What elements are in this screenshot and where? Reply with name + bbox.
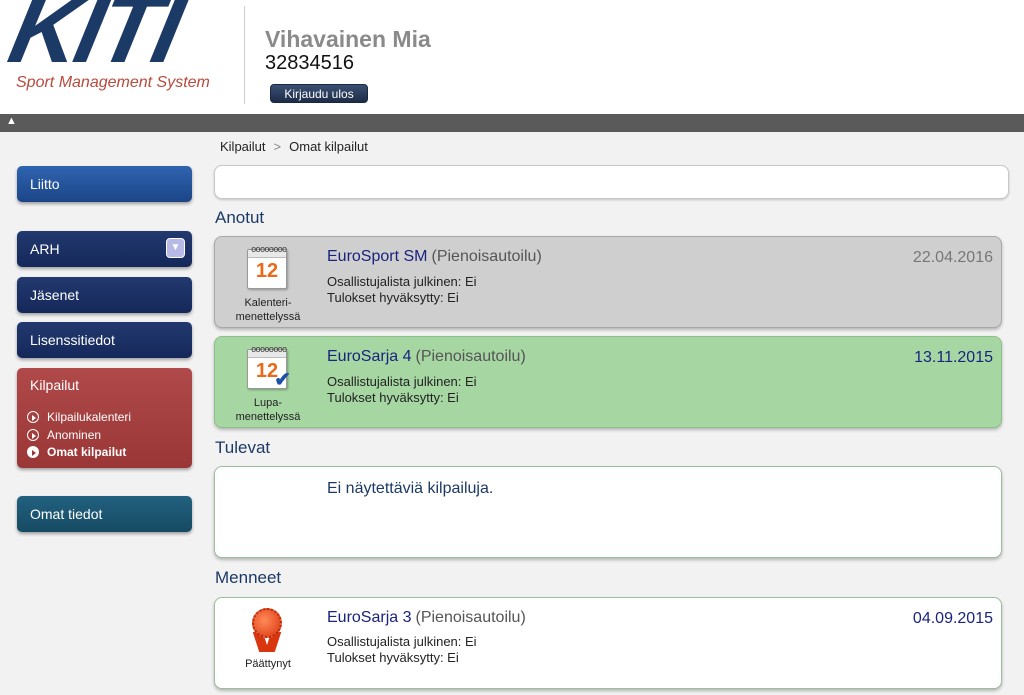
- competition-card-eurosarja-4[interactable]: oooooooo 12 ✔ Lupa- menettelyssä EuroSar…: [214, 336, 1002, 428]
- breadcrumb-kilpailut[interactable]: Kilpailut: [220, 139, 266, 154]
- competition-card-eurosarja-3[interactable]: Päättynyt EuroSarja 3 (Pienoisautoilu) Os…: [214, 597, 1002, 689]
- participant-list-status: Osallistujalista julkinen: Ei: [327, 634, 477, 649]
- subitem-label: Kilpailukalenteri: [47, 410, 132, 424]
- sidebar-item-label: Jäsenet: [30, 287, 80, 303]
- sidebar-subitem-anominen[interactable]: Anominen: [27, 428, 101, 442]
- breadcrumb-separator: >: [273, 139, 282, 154]
- participant-list-status: Osallistujalista julkinen: Ei: [327, 374, 477, 389]
- logo-text: KITI: [0, 0, 189, 83]
- status-label: Päättynyt: [245, 658, 291, 670]
- calendar-icon: oooooooo 12: [245, 245, 289, 291]
- competition-name[interactable]: EuroSarja 4: [327, 348, 412, 365]
- kiti-logo[interactable]: KITI Sport Management System: [1, 0, 232, 100]
- sidebar-item-label: ARH: [30, 241, 60, 257]
- breadcrumb: Kilpailut > Omat kilpailut: [220, 139, 368, 154]
- competition-category: (Pienoisautoilu): [415, 348, 526, 365]
- sidebar-item-label: Liitto: [30, 176, 60, 192]
- arrow-bullet-icon: [27, 446, 39, 458]
- user-id: 32834516: [265, 52, 354, 74]
- sidebar-item-label: Omat tiedot: [30, 506, 103, 522]
- competition-name[interactable]: EuroSarja 3: [327, 609, 412, 626]
- calendar-number: 12: [255, 260, 279, 282]
- sidebar-item-omat-tiedot[interactable]: Omat tiedot: [17, 496, 192, 532]
- results-status: Tulokset hyväksytty: Ei: [327, 390, 459, 405]
- sidebar-subitem-omat-kilpailut[interactable]: Omat kilpailut: [27, 445, 126, 459]
- sidebar-item-lisenssitiedot[interactable]: Lisenssitiedot: [17, 322, 192, 358]
- calendar-page: oooooooo 12 ✔: [247, 345, 291, 391]
- header-divider: [244, 6, 245, 104]
- calendar-rings: oooooooo: [251, 345, 287, 355]
- arrow-bullet-icon: [27, 429, 39, 441]
- sidebar-item-liitto[interactable]: Liitto: [17, 166, 192, 202]
- subitem-label: Anominen: [47, 428, 102, 442]
- calendar-rings: oooooooo: [251, 245, 287, 255]
- sidebar-item-arh[interactable]: ARH ▼: [17, 231, 192, 267]
- sidebar-subitem-kilpailukalenteri[interactable]: Kilpailukalenteri: [27, 410, 131, 424]
- competition-title[interactable]: EuroSarja 3 (Pienoisautoilu): [327, 609, 526, 627]
- competition-title[interactable]: EuroSport SM (Pienoisautoilu): [327, 248, 542, 266]
- award-ribbon-icon: [245, 606, 289, 652]
- logo-subtitle: Sport Management System: [16, 74, 210, 91]
- competition-date: 13.11.2015: [914, 349, 993, 366]
- participant-list-status: Osallistujalista julkinen: Ei: [327, 274, 477, 289]
- section-title-menneet: Menneet: [215, 568, 282, 587]
- sidebar-item-label: Lisenssitiedot: [30, 332, 115, 348]
- collapse-bar[interactable]: ▲: [0, 114, 1024, 132]
- sidebar-item-jasenet[interactable]: Jäsenet: [17, 277, 192, 313]
- competition-card-eurosport-sm[interactable]: oooooooo 12 Kalenteri- menettelyssä Euro…: [214, 236, 1002, 328]
- empty-message: Ei näytettäviä kilpailuja.: [327, 480, 494, 497]
- section-title-tulevat: Tulevat: [215, 438, 271, 457]
- calendar-check-icon: oooooooo 12 ✔: [245, 345, 291, 391]
- competition-title[interactable]: EuroSarja 4 (Pienoisautoilu): [327, 348, 526, 366]
- competition-category: (Pienoisautoilu): [415, 609, 526, 626]
- competition-category: (Pienoisautoilu): [431, 248, 542, 265]
- chevron-down-icon[interactable]: ▼: [166, 238, 185, 258]
- logout-button[interactable]: Kirjaudu ulos: [270, 84, 368, 103]
- sidebar-item-kilpailut[interactable]: Kilpailut: [30, 377, 79, 393]
- section-title-anotut: Anotut: [215, 208, 265, 227]
- empty-competitions-card: Ei näytettäviä kilpailuja.: [214, 466, 1002, 558]
- header: KITI Sport Management System Vihavainen …: [0, 0, 1024, 114]
- status-label: Lupa- menettelyssä: [235, 397, 301, 423]
- competition-date: 04.09.2015: [912, 610, 993, 627]
- user-name: Vihavainen Mia: [265, 26, 431, 52]
- calendar-page: oooooooo 12: [247, 245, 287, 289]
- collapse-up-icon[interactable]: ▲: [6, 115, 17, 127]
- subitem-label: Omat kilpailut: [47, 445, 127, 459]
- filter-box[interactable]: [214, 165, 1009, 199]
- results-status: Tulokset hyväksytty: Ei: [327, 290, 459, 305]
- competition-date: 22.04.2016: [912, 249, 993, 266]
- breadcrumb-omat-kilpailut: Omat kilpailut: [289, 139, 368, 154]
- results-status: Tulokset hyväksytty: Ei: [327, 650, 459, 665]
- ribbon-medal: [252, 608, 282, 638]
- arrow-bullet-icon: [27, 411, 39, 423]
- status-label: Kalenteri- menettelyssä: [235, 297, 301, 323]
- checkmark-icon: ✔: [274, 369, 291, 391]
- competition-name[interactable]: EuroSport SM: [327, 248, 427, 265]
- sidebar-panel-kilpailut: Kilpailut Kilpailukalenteri Anominen Oma…: [17, 368, 192, 468]
